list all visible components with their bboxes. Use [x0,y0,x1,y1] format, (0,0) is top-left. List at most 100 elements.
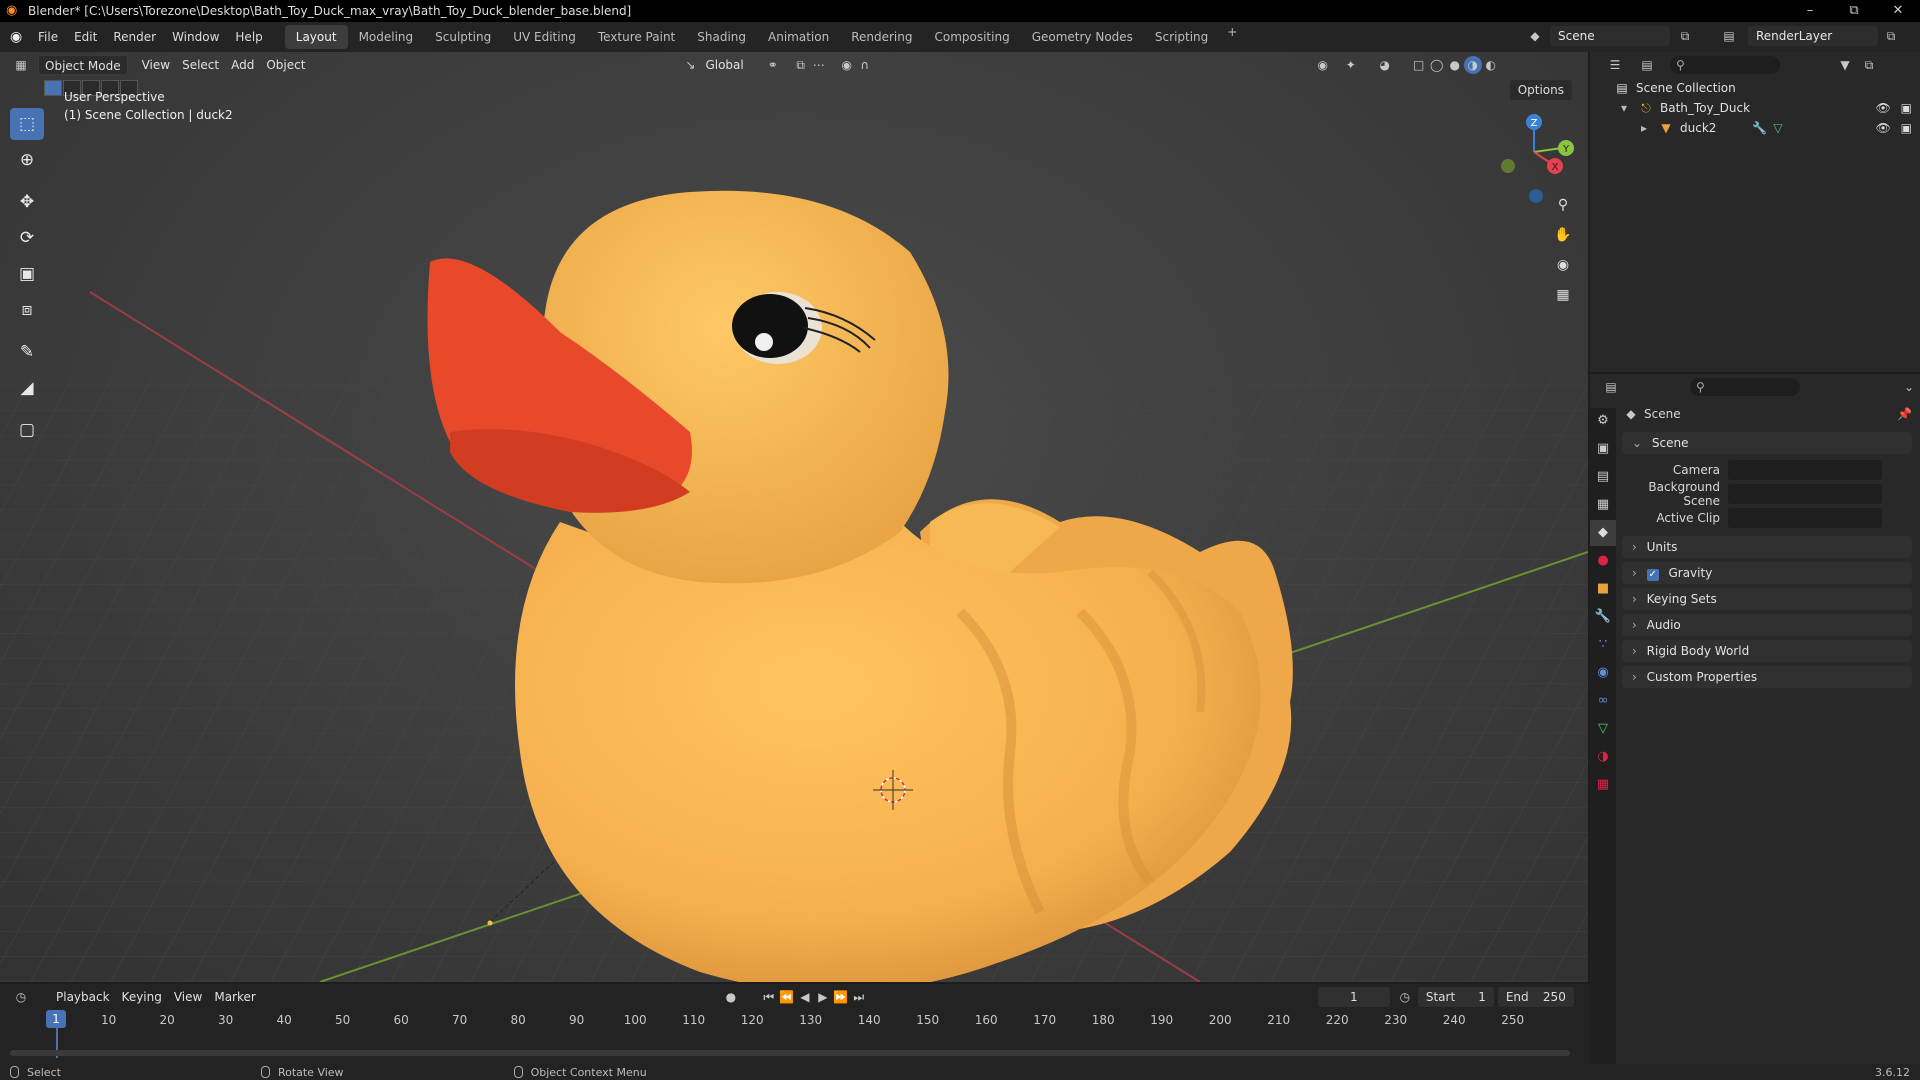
minimize-button[interactable]: – [1788,0,1832,22]
filter-icon[interactable]: ▼ [1836,56,1854,74]
tab-compositing[interactable]: Compositing [923,25,1020,49]
transform-tool-icon[interactable]: ⧈ [10,294,44,326]
tab-texture-paint[interactable]: Texture Paint [587,25,686,49]
mode-selector[interactable]: Object Mode [38,55,128,75]
scene-props-icon[interactable]: ◆ [1590,520,1616,546]
collapse-chevron-icon[interactable]: ▸ [1636,121,1652,135]
render-camera-icon[interactable]: ▣ [1901,121,1912,135]
render-camera-icon[interactable]: ▣ [1901,101,1912,115]
jump-end-icon[interactable]: ⏭ [850,988,868,1006]
current-frame-field[interactable]: 1 [1317,987,1390,1007]
pivot-icon[interactable]: ⚭ [764,56,782,74]
active-clip-field[interactable] [1728,508,1882,528]
tab-sculpting[interactable]: Sculpting [424,25,502,49]
properties-search-input[interactable]: ⚲ [1690,378,1800,396]
visibility-icon[interactable]: ◉ [1314,56,1332,74]
play-reverse-icon[interactable]: ◀ [796,988,814,1006]
tool-settings-icon[interactable]: ⚙ [1590,408,1616,434]
orientation-selector[interactable]: Global [699,55,749,75]
jump-start-icon[interactable]: ⏮ [760,988,778,1006]
visibility-eye-icon[interactable]: 👁 [1876,101,1891,115]
camera-view-icon[interactable]: ◉ [1550,252,1576,278]
overlays-icon[interactable]: ◕ [1376,56,1394,74]
timeline-editor-icon[interactable]: ◷ [12,988,30,1006]
panel-scene[interactable]: ⌄ Scene [1622,432,1912,454]
menu-object[interactable]: Object [260,55,311,75]
ortho-grid-icon[interactable]: ▦ [1550,282,1576,308]
modifier-wrench-icon[interactable]: 🔧 [1752,121,1767,135]
camera-field[interactable] [1728,460,1882,480]
jump-keyframe-forward-icon[interactable]: ⏩ [832,988,850,1006]
view-layer-selector[interactable]: RenderLayer [1748,26,1878,46]
editor-type-icon[interactable]: ▦ [12,56,30,74]
timeline-scrollbar[interactable] [10,1050,1570,1056]
scene-selector[interactable]: Scene [1550,26,1670,46]
tab-scripting[interactable]: Scripting [1144,25,1219,49]
panel-rigid-body-world[interactable]: › Rigid Body World [1622,640,1912,662]
outliner-row-duck2[interactable]: ▸ ▼ duck2 🔧 ▽ 👁 ▣ [1590,118,1920,138]
falloff-icon[interactable]: ∩ [856,56,874,74]
rendered-shading-icon[interactable]: ◐ [1482,56,1500,74]
properties-editor-icon[interactable]: ▤ [1602,378,1620,396]
zoom-icon[interactable]: ⚲ [1550,192,1576,218]
material-props-icon[interactable]: ◑ [1590,744,1616,770]
pin-icon[interactable]: 📌 [1897,407,1912,421]
mesh-data-icon[interactable]: ▽ [1773,121,1782,135]
pan-hand-icon[interactable]: ✋ [1550,222,1576,248]
solid-shading-icon[interactable]: ● [1446,56,1464,74]
maximize-button[interactable]: ⧉ [1832,0,1876,22]
wireframe-shading-icon[interactable]: ◯ [1428,56,1446,74]
measure-tool-icon[interactable]: ◢ [10,372,44,404]
menu-marker[interactable]: Marker [208,987,261,1007]
panel-gravity[interactable]: › ✓ Gravity [1622,562,1912,584]
outliner-row-bath-toy-duck[interactable]: ▾ ⎋ Bath_Toy_Duck 👁 ▣ [1590,98,1920,118]
end-frame-field[interactable]: End 250 [1497,987,1574,1007]
frame-ruler[interactable]: 10 20 30 40 50 60 70 80 90 100 110 120 130 140 150 160 1… [0,1010,1590,1032]
panel-keying-sets[interactable]: › Keying Sets [1622,588,1912,610]
scene-icon[interactable]: ◆ [1526,27,1544,45]
tab-uv-editing[interactable]: UV Editing [502,25,587,49]
visibility-eye-icon[interactable]: 👁 [1876,121,1891,135]
new-view-layer-icon[interactable]: ⧉ [1882,27,1900,45]
render-props-icon[interactable]: ▣ [1590,436,1616,462]
tab-modeling[interactable]: Modeling [348,25,425,49]
display-mode-icon[interactable]: ▤ [1638,56,1656,74]
properties-options-icon[interactable]: ⌄ [1900,378,1918,396]
options-button[interactable]: Options [1509,80,1572,100]
modifier-props-icon[interactable]: 🔧 [1590,604,1616,630]
view-layer-icon[interactable]: ▤ [1720,27,1738,45]
data-props-icon[interactable]: ▽ [1590,716,1616,742]
panel-audio[interactable]: › Audio [1622,614,1912,636]
world-props-icon[interactable]: ● [1590,548,1616,574]
auto-keying-icon[interactable]: ● [722,988,740,1006]
view-layer-props-icon[interactable]: ▦ [1590,492,1616,518]
menu-window[interactable]: Window [164,22,227,52]
menu-keying[interactable]: Keying [116,987,168,1007]
new-scene-icon[interactable]: ⧉ [1676,27,1694,45]
preview-range-icon[interactable]: ◷ [1396,988,1414,1006]
add-workspace-icon[interactable]: + [1219,25,1245,49]
menu-help[interactable]: Help [227,22,270,52]
blender-menu-icon[interactable]: ◉ [10,29,30,45]
panel-custom-properties[interactable]: › Custom Properties [1622,666,1912,688]
move-tool-icon[interactable]: ✥ [10,186,44,218]
tab-layout[interactable]: Layout [284,25,348,49]
particles-props-icon[interactable]: ∵ [1590,632,1616,658]
output-props-icon[interactable]: ▤ [1590,464,1616,490]
expand-chevron-icon[interactable]: ▾ [1616,101,1632,115]
playhead[interactable]: 1 [46,1010,66,1028]
tab-geometry-nodes[interactable]: Geometry Nodes [1021,25,1144,49]
select-new-icon[interactable] [44,80,62,96]
start-frame-field[interactable]: Start 1 [1417,987,1494,1007]
gizmo-toggle-icon[interactable]: ✦ [1342,56,1360,74]
tab-rendering[interactable]: Rendering [840,25,923,49]
snap-icon[interactable]: ⧉ [792,56,810,74]
constraints-props-icon[interactable]: ∞ [1590,688,1616,714]
new-collection-icon[interactable]: ⧉ [1860,56,1878,74]
menu-timeline-view[interactable]: View [168,987,208,1007]
snap-target-icon[interactable]: ⋯ [810,56,828,74]
jump-keyframe-back-icon[interactable]: ⏪ [778,988,796,1006]
add-cube-tool-icon[interactable]: ▢ [10,414,44,446]
menu-render[interactable]: Render [105,22,164,52]
scale-tool-icon[interactable]: ▣ [10,258,44,290]
